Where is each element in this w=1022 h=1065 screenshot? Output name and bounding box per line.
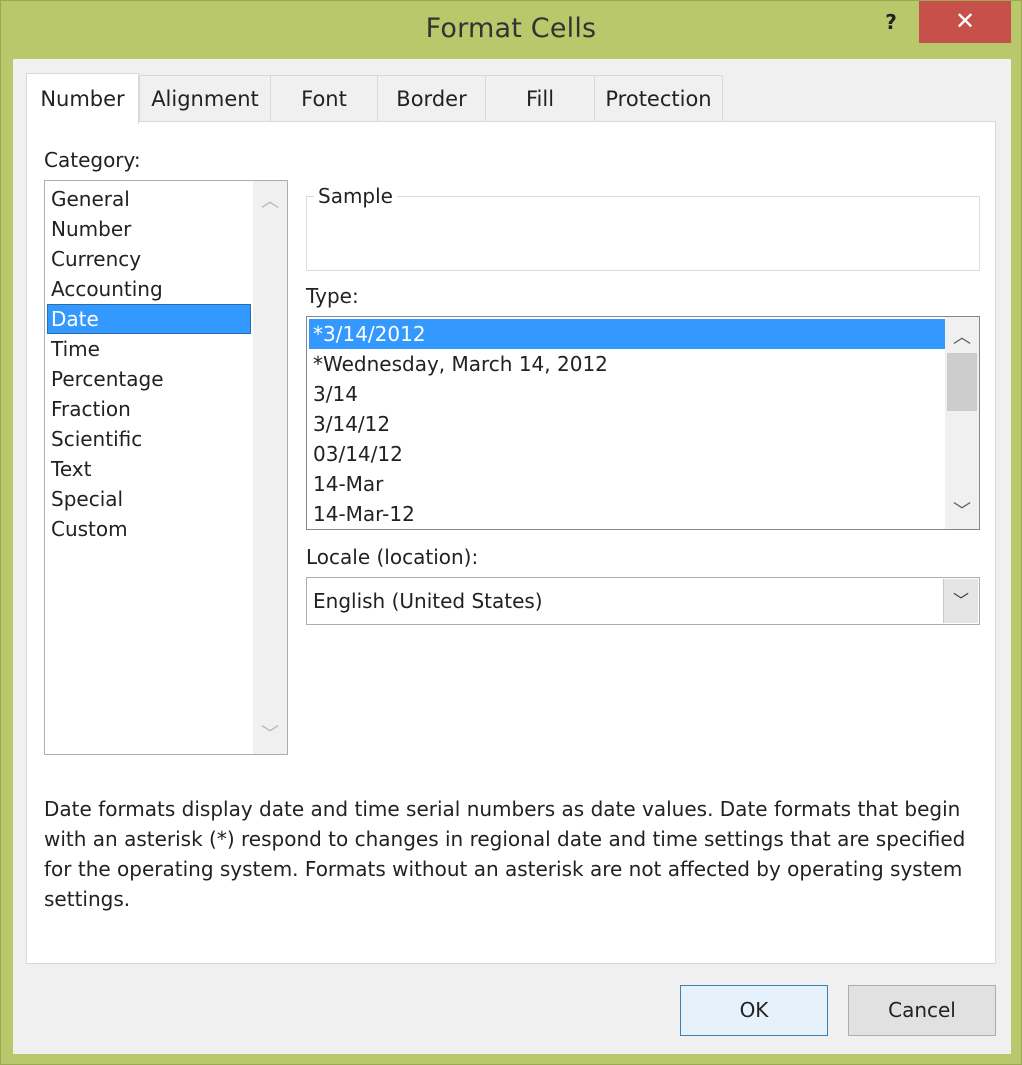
category-label: Category: [44,148,141,172]
tab-label: Fill [525,87,555,111]
category-item-time[interactable]: Time [47,334,251,364]
type-item[interactable]: 3/14/12 [309,409,945,439]
tab-label: Border [396,87,467,111]
chevron-down-icon[interactable]: ﹀ [943,579,978,623]
chevron-down-icon[interactable]: ﹀ [253,720,287,746]
tab-number[interactable]: Number [26,73,139,124]
dialog-title: Format Cells [425,13,597,44]
category-item-text[interactable]: Text [47,454,251,484]
type-item[interactable]: *3/14/2012 [309,319,945,349]
format-cells-dialog: Format Cells ? ✕ Number Alignment Font B… [0,0,1022,1065]
close-button[interactable]: ✕ [919,1,1011,43]
category-item-general[interactable]: General [47,184,251,214]
tab-label: Number [40,87,125,111]
category-item-date[interactable]: Date [47,304,251,334]
tab-label: Protection [605,87,712,111]
locale-value: English (United States) [313,589,543,613]
category-item-fraction[interactable]: Fraction [47,394,251,424]
type-scrollbar[interactable]: ︿ ﹀ [945,317,979,529]
category-item-accounting[interactable]: Accounting [47,274,251,304]
category-item-scientific[interactable]: Scientific [47,424,251,454]
tab-border[interactable]: Border [377,75,486,122]
category-scrollbar[interactable]: ︿ ﹀ [253,181,287,754]
chevron-up-icon[interactable]: ︿ [945,323,979,349]
help-button[interactable]: ? [874,7,908,37]
category-item-special[interactable]: Special [47,484,251,514]
sample-group [306,196,980,271]
scrollbar-thumb[interactable] [947,353,977,411]
type-item[interactable]: 14-Mar [309,469,945,499]
locale-dropdown[interactable]: English (United States) ﹀ [306,577,980,625]
category-item-percentage[interactable]: Percentage [47,364,251,394]
category-description: Date formats display date and time seria… [44,797,966,911]
chevron-down-icon[interactable]: ﹀ [945,497,979,523]
type-label: Type: [306,284,359,308]
ok-button[interactable]: OK [680,985,828,1036]
cancel-button[interactable]: Cancel [848,985,996,1036]
tab-label: Font [301,87,347,111]
tab-font[interactable]: Font [270,75,378,122]
locale-label: Locale (location): [306,545,479,569]
type-item[interactable]: 03/14/12 [309,439,945,469]
chevron-up-icon[interactable]: ︿ [253,187,287,213]
sample-label: Sample [314,184,397,208]
tab-fill[interactable]: Fill [485,75,595,122]
category-item-currency[interactable]: Currency [47,244,251,274]
type-list[interactable]: *3/14/2012 *Wednesday, March 14, 2012 3/… [306,316,980,530]
category-list[interactable]: General Number Currency Accounting Date … [44,180,288,755]
type-item[interactable]: 3/14 [309,379,945,409]
dialog-client-area: Number Alignment Font Border Fill Protec… [13,59,1011,1054]
tab-alignment[interactable]: Alignment [139,75,271,122]
category-item-custom[interactable]: Custom [47,514,251,544]
tab-protection[interactable]: Protection [594,75,723,122]
number-tab-panel: Category: General Number Currency Accoun… [26,121,996,964]
type-item[interactable]: 14-Mar-12 [309,499,945,529]
type-item[interactable]: *Wednesday, March 14, 2012 [309,349,945,379]
category-item-number[interactable]: Number [47,214,251,244]
tab-label: Alignment [151,87,259,111]
